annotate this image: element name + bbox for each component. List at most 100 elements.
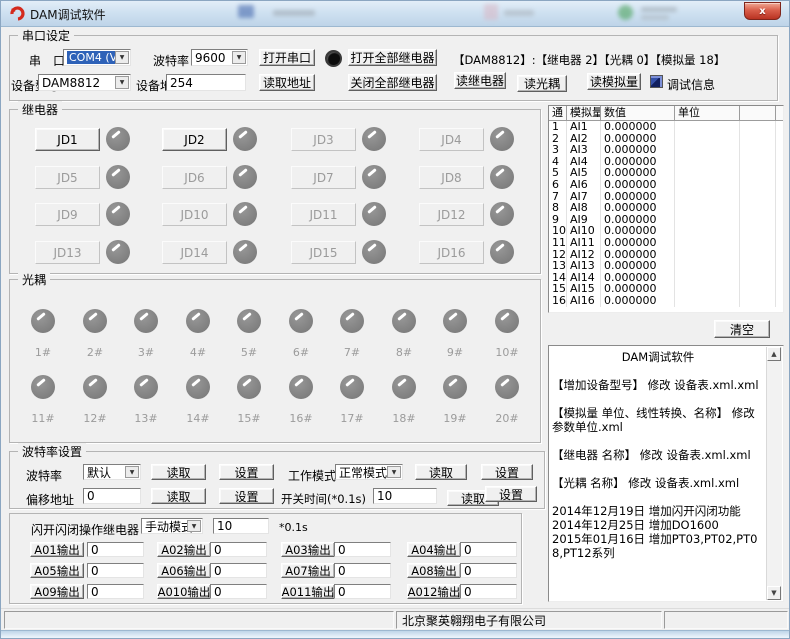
table-row[interactable]: 3AI30.000000 [549, 144, 783, 156]
relay-button-jd11[interactable]: JD11 [291, 203, 356, 226]
ao-value-input[interactable]: 0 [210, 584, 267, 599]
offset-input[interactable]: 0 [83, 488, 141, 504]
table-row[interactable]: 13AI130.000000 [549, 260, 783, 272]
read-relay-button[interactable]: 读继电器 [454, 72, 506, 89]
switch-time-label: 开关时间(*0.1s) [281, 491, 366, 507]
port-select[interactable]: COM4 (V) [63, 49, 131, 66]
dropdown-arrow-icon[interactable] [115, 51, 129, 64]
relay-button-jd5[interactable]: JD5 [35, 166, 100, 189]
ao-button-a05输出[interactable]: A05输出 [30, 563, 84, 578]
relay-button-jd16[interactable]: JD16 [419, 241, 484, 264]
ao-button-a011输出[interactable]: A011输出 [281, 584, 335, 599]
close-all-relays-button[interactable]: 关闭全部继电器 [348, 74, 437, 91]
dropdown-arrow-icon[interactable] [187, 520, 201, 532]
table-row[interactable]: 5AI50.000000 [549, 167, 783, 179]
ao-value-input[interactable]: 0 [87, 542, 144, 557]
read-opto-button[interactable]: 读光耦 [517, 75, 567, 92]
ao-button-a02输出[interactable]: A02输出 [157, 542, 211, 557]
ao-button-a07输出[interactable]: A07输出 [281, 563, 335, 578]
relay-button-jd9[interactable]: JD9 [35, 203, 100, 226]
ao-button-a04输出[interactable]: A04输出 [407, 542, 461, 557]
opto-indicator-lamp [186, 375, 210, 399]
open-all-relays-button[interactable]: 打开全部继电器 [348, 49, 437, 66]
ao-value-input[interactable]: 0 [210, 542, 267, 557]
relay-button-jd15[interactable]: JD15 [291, 241, 356, 264]
relay-button-jd3[interactable]: JD3 [291, 128, 356, 151]
relay-button-jd6[interactable]: JD6 [162, 166, 227, 189]
table-row[interactable]: 2AI20.000000 [549, 133, 783, 145]
switch-time-input[interactable]: 10 [373, 488, 437, 504]
ao-value-input[interactable]: 0 [87, 563, 144, 578]
table-row[interactable]: 10AI100.000000 [549, 225, 783, 237]
dropdown-arrow-icon[interactable] [387, 466, 401, 478]
baudrate-read-button[interactable]: 读取 [151, 464, 206, 480]
ao-value-input[interactable]: 0 [460, 563, 517, 578]
log-scrollbar[interactable] [766, 347, 782, 600]
ao-value-input[interactable]: 0 [460, 584, 517, 599]
clear-button[interactable]: 清空 [714, 320, 770, 338]
table-row[interactable]: 14AI140.000000 [549, 272, 783, 284]
table-row[interactable]: 9AI90.000000 [549, 214, 783, 226]
table-row[interactable]: 8AI80.000000 [549, 202, 783, 214]
flash-mode-select[interactable]: 手动模式 [141, 518, 203, 534]
device-address-input[interactable]: 254 [166, 74, 246, 91]
dropdown-arrow-icon[interactable] [115, 76, 129, 89]
baudrate-select[interactable]: 默认 [83, 464, 141, 480]
dropdown-arrow-icon[interactable] [125, 466, 139, 478]
work-mode-select[interactable]: 正常模式 [335, 464, 403, 480]
table-row[interactable]: 16AI160.000000 [549, 295, 783, 307]
table-row[interactable]: 7AI70.000000 [549, 191, 783, 203]
ao-value-input[interactable]: 0 [210, 563, 267, 578]
ao-button-a06输出[interactable]: A06输出 [157, 563, 211, 578]
switch-time-set-button[interactable]: 设置 [485, 486, 537, 502]
baud-select[interactable]: 9600 [191, 49, 248, 66]
ao-button-a012输出[interactable]: A012输出 [407, 584, 461, 599]
table-row[interactable]: 1AI10.000000 [549, 121, 783, 133]
ao-value-input[interactable]: 0 [460, 542, 517, 557]
scroll-up-icon[interactable] [767, 347, 781, 361]
ao-button-a08输出[interactable]: A08输出 [407, 563, 461, 578]
relay-button-jd1[interactable]: JD1 [35, 128, 100, 151]
table-row[interactable]: 4AI40.000000 [549, 156, 783, 168]
debug-info-icon[interactable] [650, 75, 663, 88]
relay-button-jd4[interactable]: JD4 [419, 128, 484, 151]
table-row[interactable]: 12AI120.000000 [549, 249, 783, 261]
relay-button-jd7[interactable]: JD7 [291, 166, 356, 189]
relay-button-jd12[interactable]: JD12 [419, 203, 484, 226]
close-button[interactable]: x [744, 2, 781, 20]
opto-channel-label: 18# [389, 412, 419, 425]
relay-button-jd2[interactable]: JD2 [162, 128, 227, 151]
offset-read-button[interactable]: 读取 [151, 488, 206, 504]
flash-time-value: 10 [217, 519, 232, 533]
ao-button-a09输出[interactable]: A09输出 [30, 584, 84, 599]
work-mode-read-button[interactable]: 读取 [415, 464, 467, 480]
dropdown-arrow-icon[interactable] [232, 51, 246, 64]
ao-button-a03输出[interactable]: A03输出 [281, 542, 335, 557]
open-serial-button[interactable]: 打开串口 [259, 49, 315, 66]
table-row[interactable]: 6AI60.000000 [549, 179, 783, 191]
scroll-down-icon[interactable] [767, 586, 781, 600]
table-cell [675, 179, 740, 191]
model-select[interactable]: DAM8812 [38, 74, 131, 91]
ao-value-input[interactable]: 0 [334, 542, 391, 557]
offset-set-button[interactable]: 设置 [219, 488, 274, 504]
table-row[interactable]: 11AI110.000000 [549, 237, 783, 249]
ao-button-a010输出[interactable]: A010输出 [157, 584, 211, 599]
ao-value-input[interactable]: 0 [334, 563, 391, 578]
baudrate-set-button[interactable]: 设置 [219, 464, 274, 480]
read-address-button[interactable]: 读取地址 [259, 74, 315, 91]
title-bar[interactable]: DAM调试软件 x [1, 1, 789, 27]
relay-button-jd13[interactable]: JD13 [35, 241, 100, 264]
relay-button-jd8[interactable]: JD8 [419, 166, 484, 189]
ao-value-input[interactable]: 0 [87, 584, 144, 599]
relay-button-jd14[interactable]: JD14 [162, 241, 227, 264]
ao-button-a01输出[interactable]: A01输出 [30, 542, 84, 557]
log-line: 【模拟量 单位、线性转换、名称】 修改 参数单位.xml [552, 406, 764, 434]
work-mode-set-button[interactable]: 设置 [481, 464, 533, 480]
read-analog-button[interactable]: 读模拟量 [587, 73, 641, 90]
table-cell: 0.000000 [601, 156, 675, 168]
relay-button-jd10[interactable]: JD10 [162, 203, 227, 226]
table-row[interactable]: 15AI150.000000 [549, 283, 783, 295]
flash-time-input[interactable]: 10 [213, 518, 269, 534]
ao-value-input[interactable]: 0 [334, 584, 391, 599]
